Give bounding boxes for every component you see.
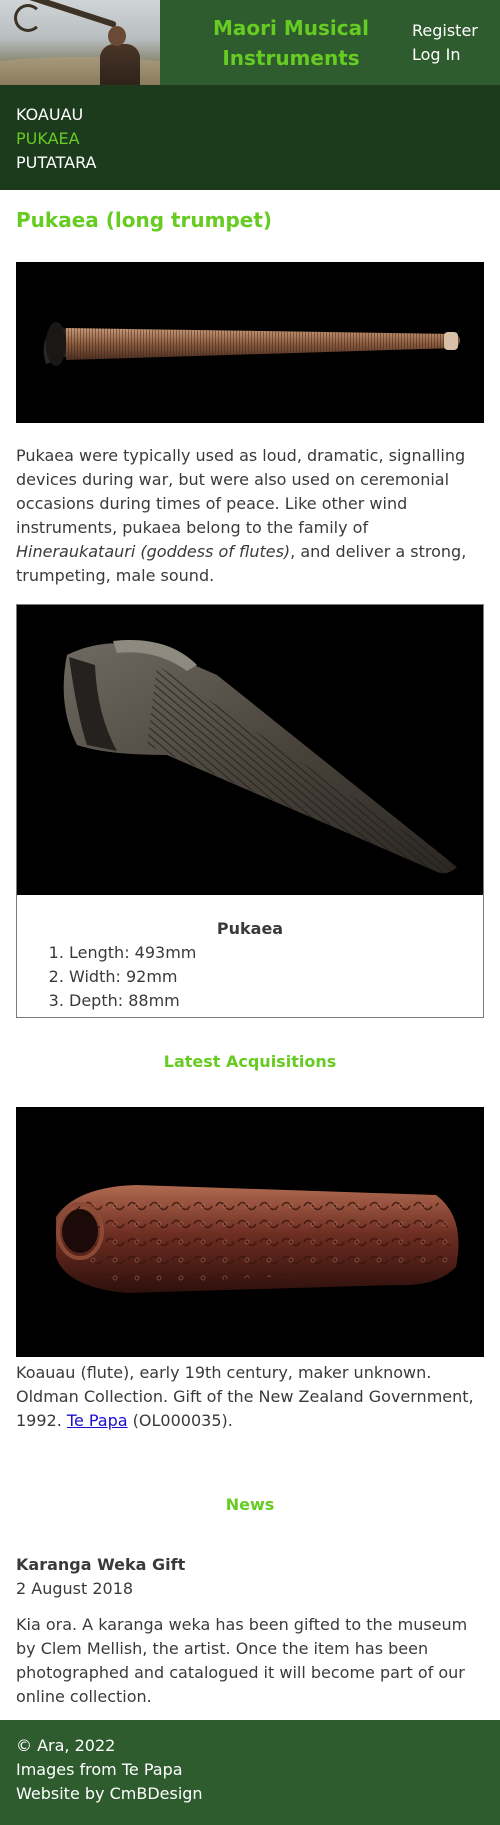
spec-width: Width: 92mm xyxy=(69,965,483,989)
register-link[interactable]: Register xyxy=(412,19,500,43)
login-link[interactable]: Log In xyxy=(412,43,500,67)
figure-title: Pukaea xyxy=(216,919,284,938)
account-links: Register Log In xyxy=(412,0,500,85)
koauau-photo xyxy=(16,1107,484,1357)
te-papa-link[interactable]: Te Papa xyxy=(67,1411,128,1430)
acquisition-caption-suffix: (OL000035). xyxy=(127,1411,233,1430)
figure-caption: Pukaea Length: 493mm Width: 92mm Depth: … xyxy=(17,895,483,1017)
site-footer: © Ara, 2022 Images from Te Papa Website … xyxy=(0,1720,500,1825)
news-item-body: Kia ora. A karanga weka has been gifted … xyxy=(16,1615,468,1706)
news-item-date: 2 August 2018 xyxy=(16,1579,134,1598)
pukaea-closeup-photo xyxy=(17,605,483,895)
footer-images-credit: Images from Te Papa xyxy=(16,1760,183,1779)
site-title-line1: Maori Musical xyxy=(213,15,369,40)
pukaea-photo xyxy=(16,262,484,423)
site-title-line2: Instruments xyxy=(222,45,360,70)
site-header: Maori Musical Instruments Register Log I… xyxy=(0,0,500,85)
page-title: Pukaea (long trumpet) xyxy=(16,208,273,232)
main-content: Pukaea (long trumpet) Pukaea were typica xyxy=(0,190,500,1709)
site-title: Maori Musical Instruments xyxy=(160,0,412,85)
acquisition-caption: Koauau (flute), early 19th century, make… xyxy=(16,1361,484,1433)
nav-item-putatara[interactable]: PUTATARA xyxy=(16,151,484,175)
main-nav: KOAUAU PUKAEA PUTATARA xyxy=(0,85,500,190)
nav-item-pukaea[interactable]: PUKAEA xyxy=(16,127,484,151)
news-item-title: Karanga Weka Gift xyxy=(16,1555,186,1574)
intro-part1: Pukaea were typically used as loud, dram… xyxy=(16,446,466,537)
intro-paragraph: Pukaea were typically used as loud, dram… xyxy=(16,444,484,588)
spec-length: Length: 493mm xyxy=(69,941,483,965)
spec-list: Length: 493mm Width: 92mm Depth: 88mm xyxy=(17,941,483,1013)
intro-italic: Hineraukatauri (goddess of flutes) xyxy=(16,542,291,561)
footer-website-credit: Website by CmBDesign xyxy=(16,1784,203,1803)
nav-item-koauau[interactable]: KOAUAU xyxy=(16,103,484,127)
header-photo xyxy=(0,0,160,85)
news-heading: News xyxy=(225,1495,275,1514)
footer-copyright: © Ara, 2022 xyxy=(16,1736,116,1755)
pukaea-figure: Pukaea Length: 493mm Width: 92mm Depth: … xyxy=(16,604,484,1018)
spec-depth: Depth: 88mm xyxy=(69,989,483,1013)
latest-acquisitions-heading: Latest Acquisitions xyxy=(163,1052,337,1071)
